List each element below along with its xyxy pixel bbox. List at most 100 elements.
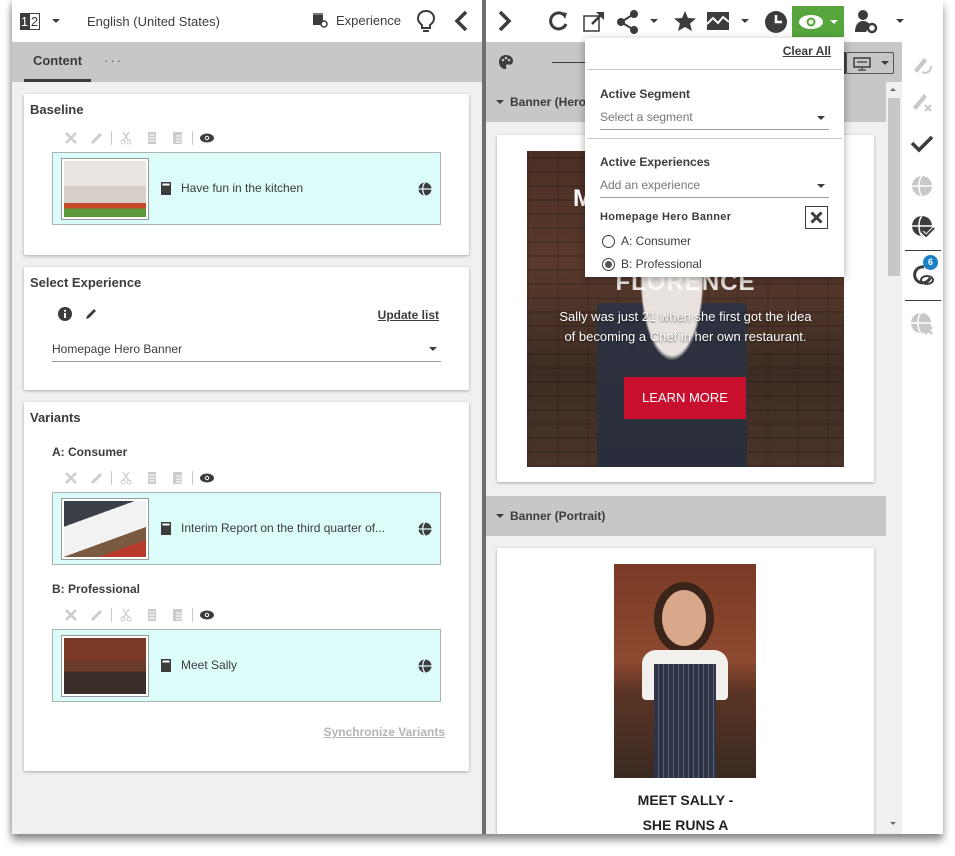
variant-b-item[interactable]: Meet Sally bbox=[52, 629, 441, 702]
unpublish-globe-icon bbox=[911, 312, 933, 335]
item-thumbnail bbox=[61, 498, 149, 560]
remove-experience-button[interactable] bbox=[805, 206, 828, 229]
segment-select[interactable]: Select a segment bbox=[600, 110, 829, 130]
variant-a-item[interactable]: Interim Report on the third quarter of..… bbox=[52, 492, 441, 565]
globe-icon[interactable] bbox=[418, 182, 432, 196]
reload-icon[interactable] bbox=[548, 10, 570, 32]
document-icon bbox=[161, 659, 171, 672]
collapse-left-icon[interactable] bbox=[454, 10, 468, 32]
notification-badge: 6 bbox=[923, 255, 938, 270]
variant-option-b[interactable]: B: Professional bbox=[602, 257, 702, 271]
clear-all-link[interactable]: Clear All bbox=[783, 44, 831, 58]
edit-icon bbox=[84, 470, 110, 486]
redo-edit-icon bbox=[914, 58, 933, 74]
scrollbar-thumb[interactable] bbox=[888, 98, 900, 276]
analytics-caret-icon[interactable] bbox=[741, 19, 749, 23]
open-external-icon[interactable] bbox=[582, 10, 606, 34]
scroll-down-icon[interactable] bbox=[890, 822, 896, 825]
baseline-card: Baseline Have fun in the kitchen bbox=[24, 94, 469, 255]
version-caret-icon[interactable] bbox=[52, 19, 60, 23]
experience-label: Experience bbox=[336, 12, 402, 28]
preview-eye-icon bbox=[799, 15, 823, 29]
section-banner-portrait[interactable]: Banner (Portrait) bbox=[486, 496, 886, 536]
paste-icon bbox=[165, 607, 191, 623]
item-title: Have fun in the kitchen bbox=[181, 181, 304, 195]
variant-b-toolbar bbox=[58, 607, 220, 623]
user-settings-icon[interactable] bbox=[854, 8, 878, 34]
radio-unchecked[interactable] bbox=[602, 234, 615, 248]
edit-pencil-icon[interactable] bbox=[84, 307, 98, 321]
toolbar-divider bbox=[111, 608, 112, 622]
toolbar-divider bbox=[192, 131, 193, 145]
delete-icon bbox=[58, 470, 84, 486]
item-title: Meet Sally bbox=[181, 658, 238, 672]
canvas-scrollbar[interactable] bbox=[886, 82, 902, 834]
globe-icon[interactable] bbox=[418, 659, 432, 673]
portrait-banner-card[interactable]: MEET SALLY - SHE RUNS A bbox=[497, 548, 874, 834]
paste-icon bbox=[165, 470, 191, 486]
variant-option-a[interactable]: A: Consumer bbox=[602, 234, 691, 248]
share-icon[interactable] bbox=[616, 10, 642, 34]
hero-description: Sally was just 21 when she first got the… bbox=[559, 309, 812, 344]
variant-b-label: B: Professional bbox=[52, 582, 141, 596]
item-thumbnail bbox=[61, 635, 149, 697]
chevron-down-icon bbox=[817, 116, 825, 120]
rail-divider bbox=[905, 300, 941, 301]
publish-globe-icon bbox=[912, 175, 932, 197]
copy-icon bbox=[139, 130, 165, 146]
scroll-up-icon[interactable] bbox=[890, 88, 896, 91]
device-selector[interactable] bbox=[846, 52, 894, 74]
favorite-star-icon[interactable] bbox=[673, 10, 697, 32]
sally-image bbox=[64, 638, 146, 694]
active-experience-name: Homepage Hero Banner bbox=[600, 211, 732, 223]
active-experiences-heading: Active Experiences bbox=[600, 155, 711, 169]
collapse-caret-icon bbox=[496, 100, 504, 104]
edit-icon bbox=[84, 607, 110, 623]
preview-eye-icon[interactable] bbox=[194, 130, 220, 146]
user-caret-icon[interactable] bbox=[896, 19, 904, 23]
close-icon bbox=[810, 211, 823, 224]
select-experience-title: Select Experience bbox=[30, 275, 142, 290]
preview-caret-icon bbox=[830, 20, 838, 24]
radio-checked[interactable] bbox=[602, 257, 615, 271]
language-selector[interactable]: English (United States) bbox=[87, 14, 220, 29]
desktop-icon bbox=[853, 57, 871, 71]
copy-icon bbox=[139, 470, 165, 486]
tab-more[interactable]: ··· bbox=[104, 53, 123, 68]
variants-title: Variants bbox=[30, 410, 81, 425]
publish-approved-icon[interactable] bbox=[910, 214, 936, 240]
version-b: 2 bbox=[29, 12, 40, 30]
approve-check-icon[interactable] bbox=[910, 134, 934, 154]
active-segment-heading: Active Segment bbox=[600, 87, 691, 101]
preview-button[interactable] bbox=[792, 6, 844, 37]
section-label: Banner (Portrait) bbox=[510, 509, 606, 523]
info-icon[interactable] bbox=[58, 307, 72, 321]
share-caret-icon[interactable] bbox=[650, 19, 658, 23]
synchronize-variants-link[interactable]: Synchronize Variants bbox=[324, 725, 445, 739]
portrait-title-line2: SHE RUNS A bbox=[642, 817, 729, 833]
preview-eye-icon[interactable] bbox=[194, 607, 220, 623]
document-icon bbox=[161, 182, 171, 195]
analytics-image-icon[interactable] bbox=[706, 10, 730, 32]
cut-icon bbox=[113, 470, 139, 486]
device-caret-icon bbox=[881, 61, 889, 65]
portrait-face bbox=[662, 590, 706, 646]
variant-a-toolbar bbox=[58, 470, 220, 486]
experience-placeholder: Add an experience bbox=[600, 178, 701, 192]
tab-content[interactable]: Content bbox=[24, 42, 91, 82]
palette-icon[interactable] bbox=[498, 54, 514, 70]
experience-button[interactable]: Experience bbox=[312, 12, 401, 28]
experience-add-select[interactable]: Add an experience bbox=[600, 178, 829, 198]
select-experience-card: Select Experience Update list Homepage H… bbox=[24, 267, 469, 390]
preview-eye-icon[interactable] bbox=[194, 470, 220, 486]
experience-select[interactable]: Homepage Hero Banner bbox=[52, 342, 441, 362]
learn-more-button[interactable]: LEARN MORE bbox=[624, 377, 746, 419]
globe-icon[interactable] bbox=[418, 522, 432, 536]
item-title: Interim Report on the third quarter of..… bbox=[181, 521, 386, 535]
history-clock-icon[interactable] bbox=[764, 10, 788, 34]
baseline-item[interactable]: Have fun in the kitchen bbox=[52, 152, 441, 225]
update-list-link[interactable]: Update list bbox=[378, 308, 439, 322]
lightbulb-icon[interactable] bbox=[416, 9, 436, 33]
version-compare-icon[interactable]: 1 2 bbox=[20, 12, 40, 30]
expand-right-icon[interactable] bbox=[498, 10, 512, 32]
